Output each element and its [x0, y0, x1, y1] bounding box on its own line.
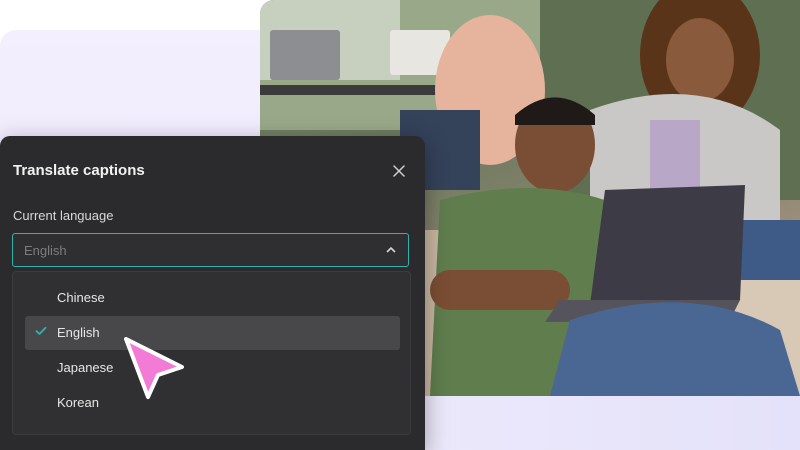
option-label: English — [57, 325, 100, 340]
option-label: Chinese — [57, 290, 105, 305]
option-label: Japanese — [57, 360, 114, 375]
dialog-title: Translate captions — [13, 162, 145, 179]
pointer-cursor-icon — [124, 337, 184, 399]
option-chinese[interactable]: Chinese — [25, 281, 400, 315]
check-icon — [35, 326, 47, 335]
option-korean[interactable]: Korean — [25, 386, 400, 420]
select-value: English — [24, 243, 67, 258]
current-language-label: Current language — [13, 208, 114, 223]
option-label: Korean — [57, 395, 99, 410]
option-english[interactable]: English — [25, 316, 400, 350]
chevron-up-icon — [386, 247, 396, 253]
translate-captions-dialog: Translate captions Current language Engl… — [0, 136, 425, 450]
language-select[interactable]: English — [12, 233, 409, 267]
language-dropdown: Chinese English Japanese Korean — [12, 271, 411, 435]
close-icon — [393, 165, 405, 177]
option-japanese[interactable]: Japanese — [25, 351, 400, 385]
background-strip — [420, 395, 800, 450]
close-button[interactable] — [388, 160, 410, 182]
